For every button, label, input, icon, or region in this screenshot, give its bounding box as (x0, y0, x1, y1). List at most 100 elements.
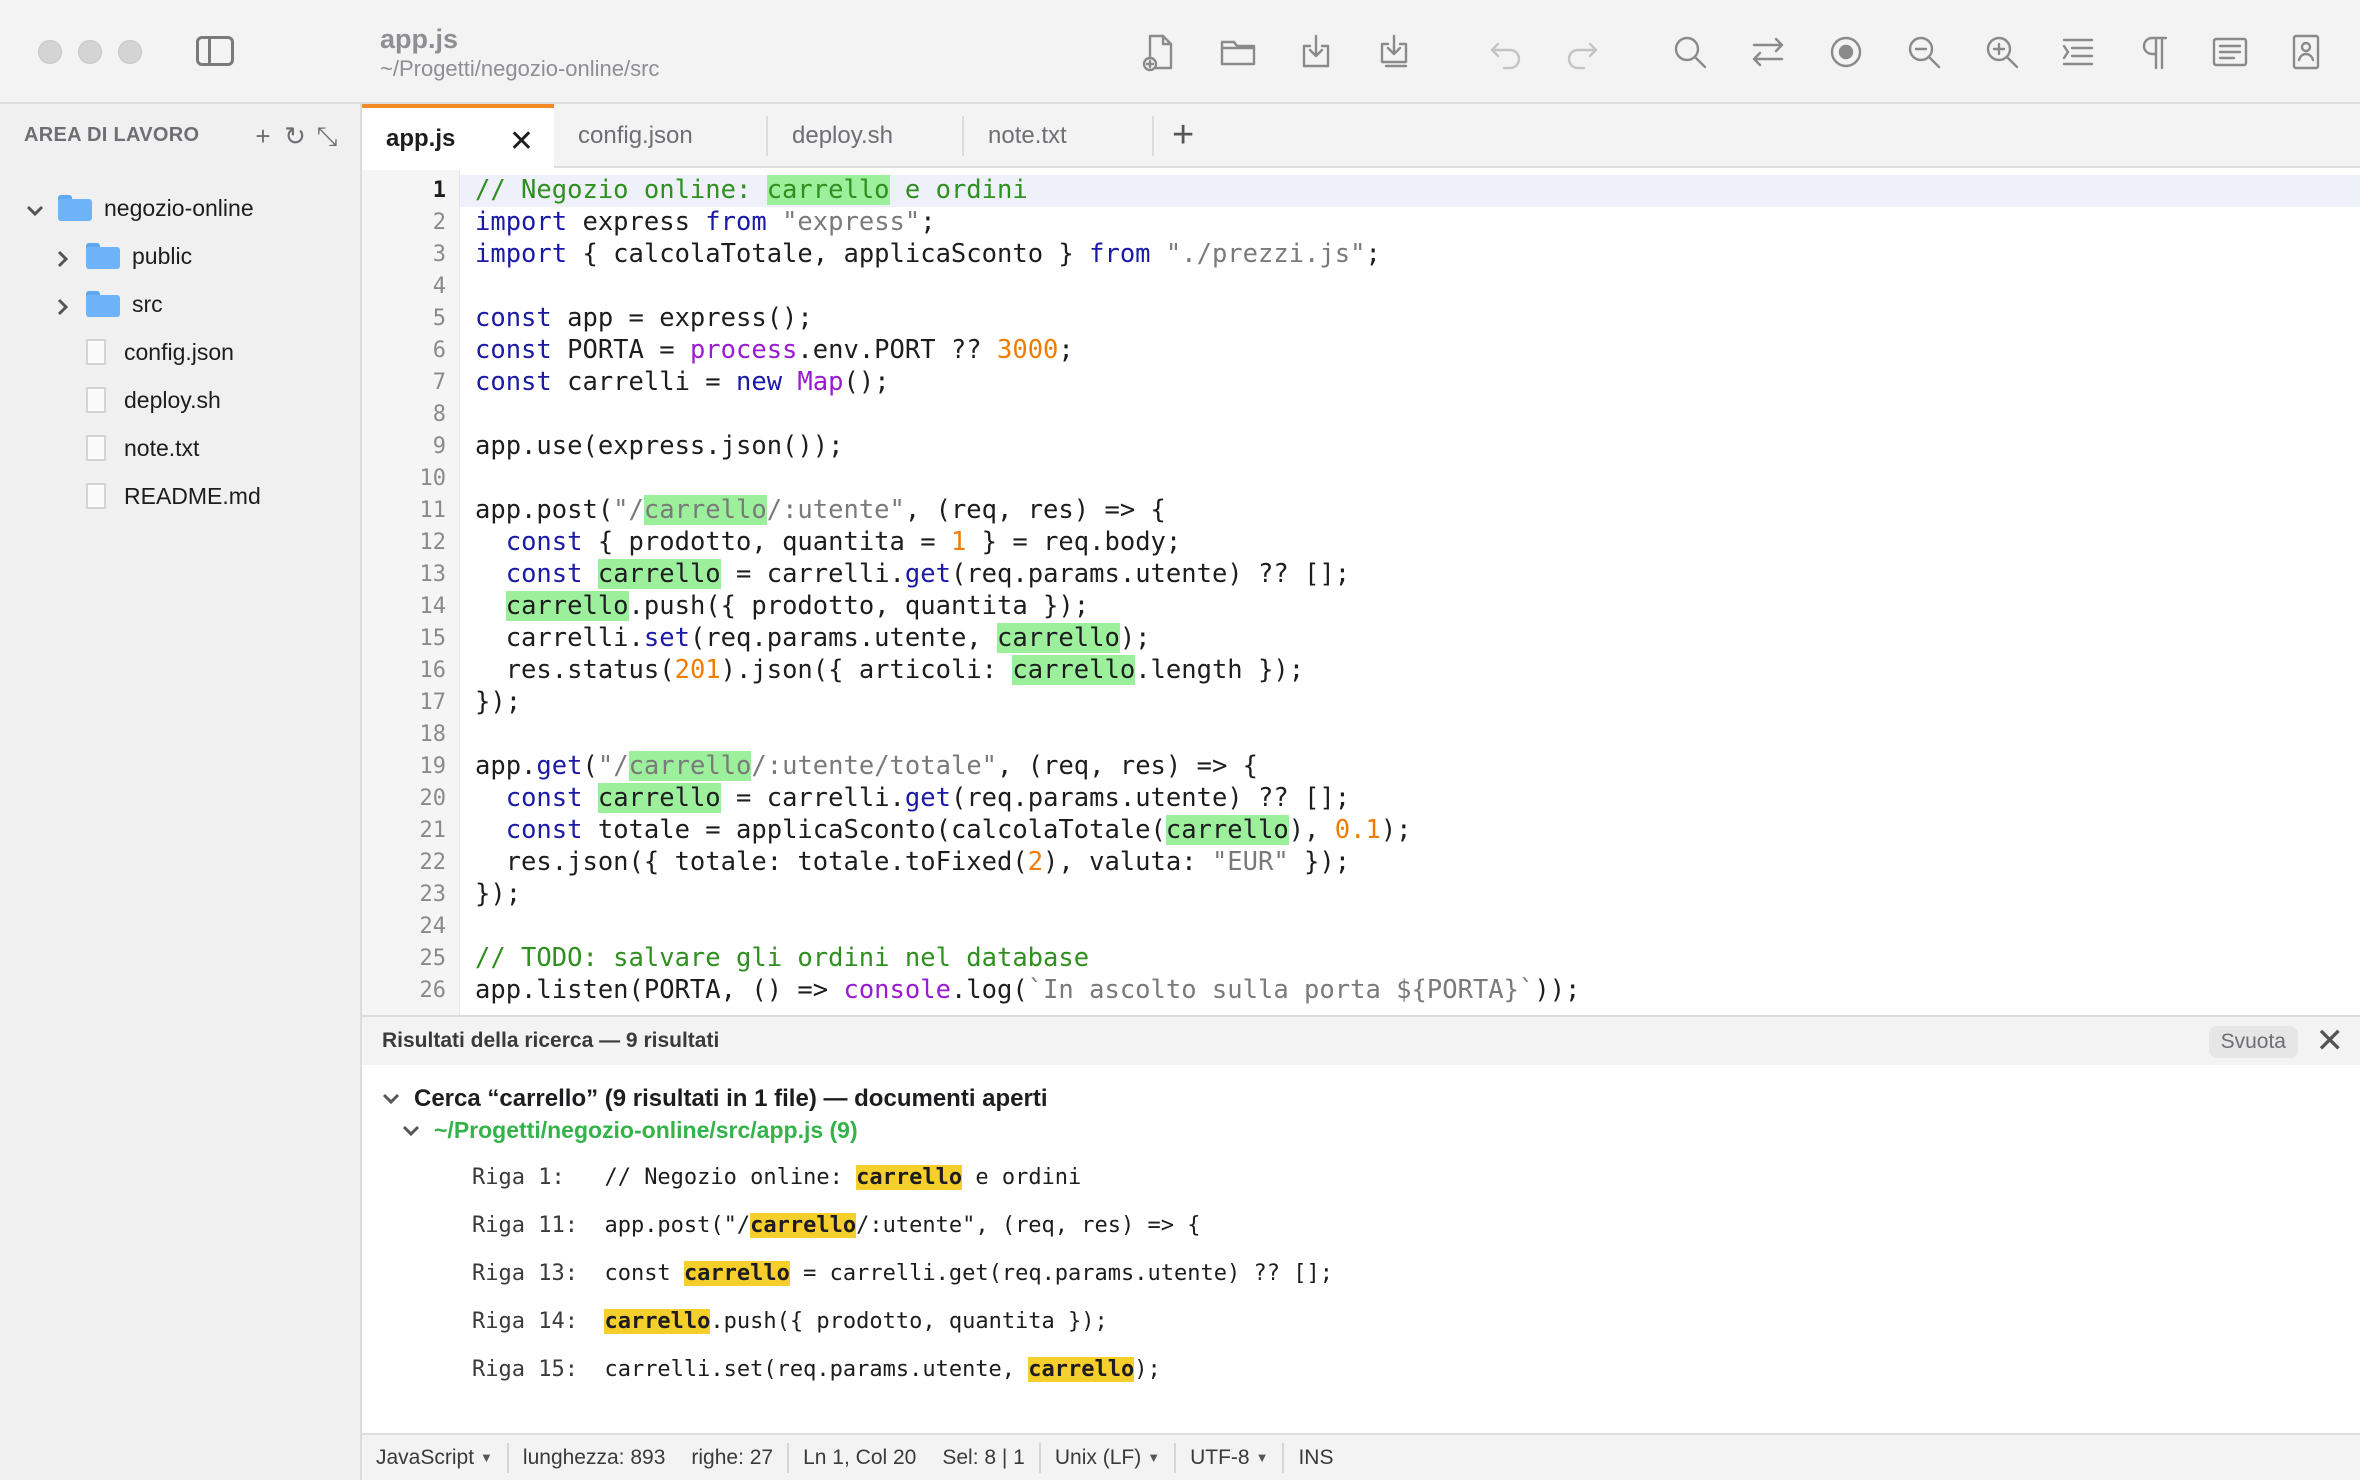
result-line-text: carrello.push({ prodotto, quantita }); (604, 1309, 1108, 1334)
tab-deploy-sh[interactable]: deploy.sh (768, 104, 964, 168)
code-line[interactable]: res.json({ totale: totale.toFixed(2), va… (475, 847, 1350, 877)
indent-icon[interactable] (2056, 30, 2100, 74)
tree-folder-src[interactable]: src (54, 284, 163, 324)
language-selector[interactable]: JavaScript ▼ (362, 1442, 509, 1473)
chevron-down-icon[interactable] (402, 1122, 420, 1140)
insert-mode-toggle[interactable]: INS (1284, 1443, 1347, 1473)
line-number: 1 (432, 178, 446, 203)
line-number: 8 (432, 402, 446, 427)
zoom-in-icon[interactable] (1980, 30, 2024, 74)
chevron-down-icon[interactable] (382, 1090, 400, 1108)
replace-icon[interactable] (1746, 30, 1790, 74)
code-line[interactable]: app.listen(PORTA, () => console.log(`In … (475, 975, 1580, 1005)
code-line[interactable]: carrello.push({ prodotto, quantita }); (475, 591, 1089, 621)
chevron-right-icon[interactable] (54, 247, 72, 268)
search-result-item[interactable]: Riga 1: // Negozio online: carrello e or… (472, 1165, 1081, 1190)
code-line[interactable]: const carrello = carrelli.get(req.params… (475, 559, 1350, 589)
status-bar: JavaScript ▼ lunghezza: 893 righe: 27 Ln … (362, 1433, 2360, 1480)
sidebar-toggle-icon[interactable] (196, 36, 234, 66)
line-number: 4 (432, 274, 446, 299)
code-line[interactable]: res.status(201).json({ articoli: carrell… (475, 655, 1304, 685)
cursor-position[interactable]: Ln 1, Col 20 Sel: 8 | 1 (789, 1442, 1041, 1473)
code-line[interactable]: const app = express(); (475, 303, 813, 333)
tab-bar: app.js ✕ config.json deploy.sh note.txt … (362, 104, 2360, 170)
clear-results-button[interactable]: Svuota (2208, 1026, 2298, 1058)
code-line[interactable]: const PORTA = process.env.PORT ?? 3000; (475, 335, 1074, 365)
search-result-item[interactable]: Riga 13: const carrello = carrelli.get(r… (472, 1261, 1333, 1286)
tab-config-json[interactable]: config.json (554, 104, 768, 168)
add-icon[interactable]: + (252, 122, 274, 150)
open-folder-icon[interactable] (1216, 30, 1260, 74)
code-editor[interactable]: 1 2 3 4 5 6 7 8 9 10 11 12 13 14 15 16 17 18 19 20 21 22 23 24 2… (362, 170, 2360, 1015)
selection-label: Sel: 8 | 1 (942, 1445, 1025, 1469)
line-number: 3 (432, 242, 446, 267)
code-line[interactable]: }); (475, 879, 521, 909)
tree-file-deploy-sh[interactable]: deploy.sh (86, 380, 221, 420)
undo-icon[interactable] (1484, 30, 1528, 74)
search-result-item[interactable]: Riga 11: app.post("/carrello/:utente", (… (472, 1213, 1201, 1238)
tree-file-config-json[interactable]: config.json (86, 332, 234, 372)
tab-app-js[interactable]: app.js ✕ (362, 104, 554, 170)
line-number: 12 (419, 530, 447, 555)
new-tab-button[interactable]: + (1172, 114, 1194, 157)
search-icon[interactable] (1668, 30, 1712, 74)
collapse-all-icon[interactable]: ⤡ (316, 122, 338, 150)
code-line[interactable]: const totale = applicaSconto(calcolaTota… (475, 815, 1412, 845)
refresh-icon[interactable]: ↻ (284, 122, 306, 150)
line-number: 17 (419, 690, 447, 715)
tree-folder-negozio-online[interactable]: negozio-online (26, 188, 254, 228)
result-line-text: carrelli.set(req.params.utente, carrello… (604, 1357, 1161, 1382)
pilcrow-icon[interactable] (2132, 30, 2176, 74)
wrap-icon[interactable] (2208, 30, 2252, 74)
code-line[interactable]: }); (475, 687, 521, 717)
code-line[interactable]: import express from "express"; (475, 207, 936, 237)
workspace-sidebar: AREA DI LAVORO + ↻ ⤡ negozio-online publ… (0, 104, 362, 1480)
line-number: 25 (419, 946, 447, 971)
new-file-icon[interactable] (1138, 30, 1182, 74)
save-icon[interactable] (1294, 30, 1338, 74)
eol-label: Unix (LF) (1054, 1445, 1142, 1469)
redo-icon[interactable] (1560, 30, 1604, 74)
line-ending-selector[interactable]: Unix (LF) ▼ (1041, 1442, 1177, 1473)
search-file-row[interactable]: ~/Progetti/negozio-online/src/app.js (9) (402, 1117, 858, 1144)
document-stats: lunghezza: 893 righe: 27 (509, 1442, 790, 1473)
result-line-label: Riga 11: (472, 1213, 605, 1238)
code-line[interactable]: carrelli.set(req.params.utente, carrello… (475, 623, 1151, 653)
tab-note-txt[interactable]: note.txt (964, 104, 1152, 168)
search-result-item[interactable]: Riga 15: carrelli.set(req.params.utente,… (472, 1357, 1161, 1382)
line-number: 11 (419, 498, 447, 523)
code-line[interactable]: const carrelli = new Map(); (475, 367, 890, 397)
tree-file-readme-md[interactable]: README.md (86, 476, 261, 516)
result-line-label: Riga 13: (472, 1261, 605, 1286)
zoom-out-icon[interactable] (1902, 30, 1946, 74)
caret-down-icon: ▼ (1255, 1450, 1269, 1465)
chevron-right-icon[interactable] (54, 295, 72, 316)
window-close-button[interactable] (38, 40, 62, 64)
code-line[interactable]: // TODO: salvare gli ordini nel database (475, 943, 1089, 973)
code-line[interactable]: app.post("/carrello/:utente", (req, res)… (475, 495, 1166, 525)
search-results-panel: Risultati della ricerca — 9 risultati Sv… (362, 1015, 2360, 1433)
search-result-item[interactable]: Riga 14: carrello.push({ prodotto, quant… (472, 1309, 1108, 1334)
document-info-icon[interactable] (2284, 30, 2328, 74)
code-line[interactable]: const carrello = carrelli.get(req.params… (475, 783, 1350, 813)
code-line[interactable]: app.use(express.json()); (475, 431, 843, 461)
tree-folder-public[interactable]: public (54, 236, 192, 276)
code-line[interactable]: // Negozio online: carrello e ordini (475, 175, 1028, 205)
close-icon[interactable]: ✕ (509, 124, 534, 159)
tab-label: note.txt (988, 122, 1067, 149)
code-line[interactable]: import { calcolaTotale, applicaSconto } … (475, 239, 1381, 269)
tree-file-note-txt[interactable]: note.txt (86, 428, 199, 468)
record-macro-icon[interactable] (1824, 30, 1868, 74)
window-minimize-button[interactable] (78, 40, 102, 64)
file-icon (86, 483, 106, 509)
length-label: lunghezza: 893 (522, 1445, 666, 1469)
line-number: 19 (419, 754, 447, 779)
code-line[interactable]: app.get("/carrello/:utente/totale", (req… (475, 751, 1258, 781)
chevron-down-icon[interactable] (26, 199, 44, 217)
code-line[interactable]: const { prodotto, quantita = 1 } = req.b… (475, 527, 1182, 557)
window-zoom-button[interactable] (118, 40, 142, 64)
save-all-icon[interactable] (1372, 30, 1416, 74)
search-query-row[interactable]: Cerca “carrello” (9 risultati in 1 file)… (382, 1085, 1048, 1113)
encoding-selector[interactable]: UTF-8 ▼ (1176, 1442, 1285, 1473)
close-icon[interactable]: ✕ (2316, 1021, 2345, 1061)
